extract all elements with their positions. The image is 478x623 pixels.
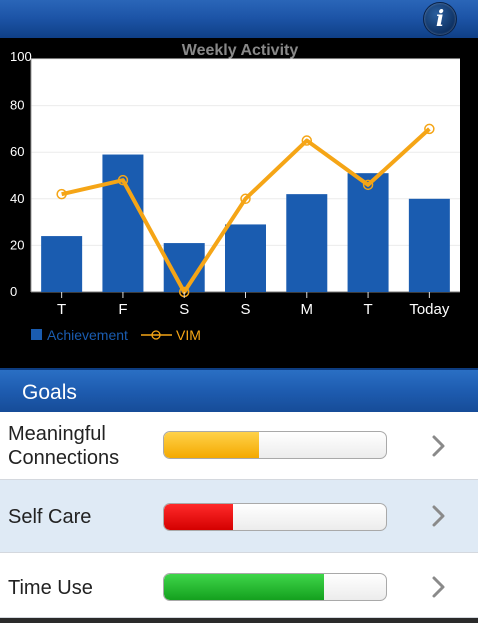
chart-title: Weekly Activity [181, 42, 299, 59]
chart-bar [41, 236, 83, 292]
x-tick-label: S [240, 301, 250, 318]
legend-label-achievement: Achievement [47, 327, 128, 343]
bottom-strip [0, 618, 478, 623]
y-tick-label: 80 [10, 98, 24, 113]
chart-bar [225, 224, 266, 292]
chart-bar [286, 194, 328, 292]
goal-row-self-care[interactable]: Self Care [0, 480, 478, 553]
goal-label: Meaningful Connections [8, 423, 120, 469]
chevron-right-icon[interactable] [429, 432, 449, 460]
chart-bar [347, 173, 389, 292]
goals-title: Goals [22, 381, 77, 404]
goal-row-meaningful-connections[interactable]: Meaningful Connections [0, 412, 478, 480]
chevron-right-icon[interactable] [429, 502, 449, 530]
chevron-right-icon[interactable] [429, 573, 449, 601]
goal-progress-bar [163, 503, 387, 531]
goal-row-time-use[interactable]: Time Use [0, 553, 478, 618]
goals-header: Goals [0, 368, 478, 412]
y-tick-label: 0 [10, 284, 17, 299]
x-tick-label: Today [409, 301, 450, 318]
legend-swatch-achievement [31, 329, 42, 340]
x-tick-label: T [57, 301, 66, 318]
goal-label: Time Use [8, 577, 93, 599]
goal-progress-fill [164, 574, 324, 600]
x-tick-label: S [179, 301, 189, 318]
y-tick-label: 100 [10, 49, 32, 64]
goal-progress-fill [164, 504, 233, 530]
y-tick-label: 60 [10, 144, 24, 159]
top-bar: i [0, 0, 478, 38]
weekly-activity-chart-panel: 0 20 40 60 80 100 T F S S M T Today Achievement VIM We… [0, 38, 478, 368]
goal-progress-bar [163, 431, 387, 459]
goal-progress-fill [164, 432, 260, 458]
legend-label-vim: VIM [176, 327, 201, 343]
goal-label: Self Care [8, 506, 92, 528]
chart-bar [408, 198, 450, 292]
y-tick-label: 20 [10, 237, 24, 252]
info-icon[interactable]: i [423, 2, 457, 36]
y-tick-label: 40 [10, 191, 24, 206]
goal-progress-bar [163, 573, 387, 601]
weekly-activity-chart: 0 20 40 60 80 100 T F S S M T Today Achievement VIM [10, 49, 460, 343]
x-tick-label: F [118, 301, 127, 318]
x-tick-label: M [301, 301, 314, 318]
x-tick-label: T [363, 301, 372, 318]
